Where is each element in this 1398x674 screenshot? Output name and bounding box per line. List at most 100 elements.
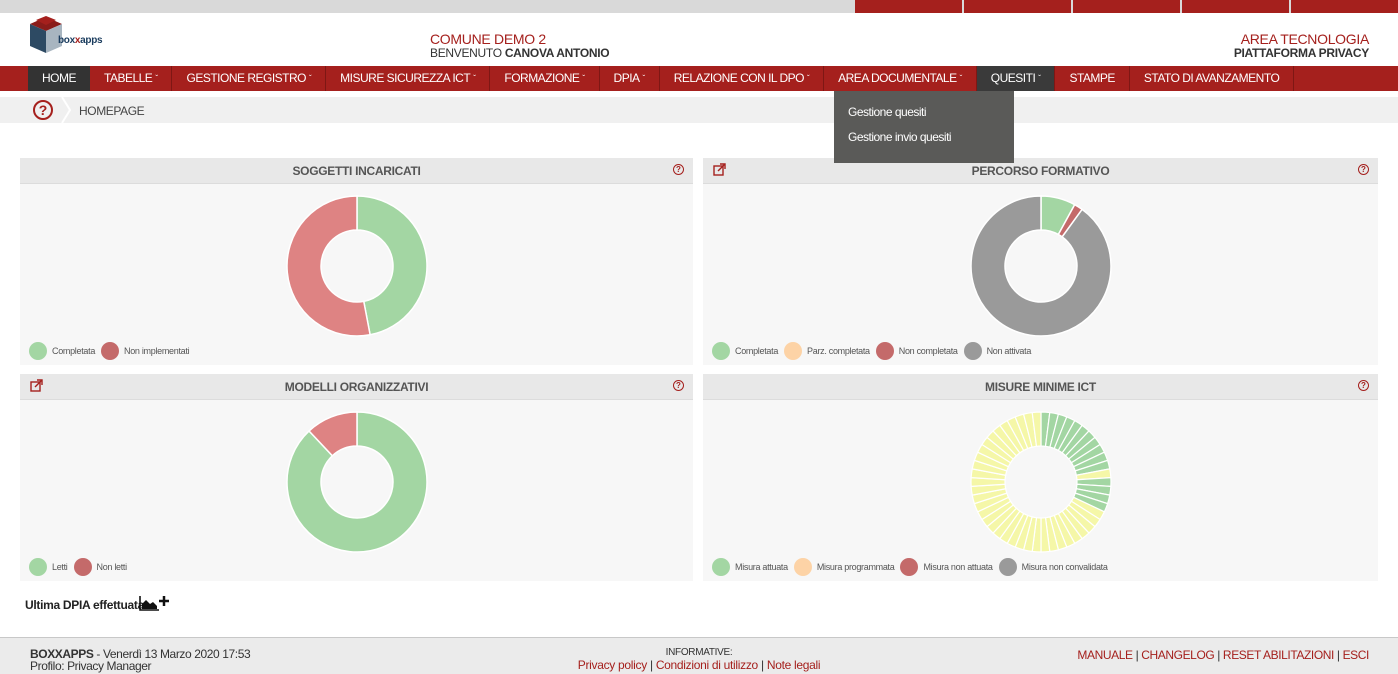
legend-swatch <box>998 558 1017 576</box>
separator: | <box>757 658 767 672</box>
footer-links: MANUALE | CHANGELOG | RESET ABILITAZIONI… <box>1077 648 1369 662</box>
top-tabs <box>853 0 1398 13</box>
pie-slice[interactable] <box>970 195 1112 337</box>
legend-label: Letti <box>52 562 68 572</box>
external-link-icon[interactable] <box>713 163 726 176</box>
legend-item[interactable]: Misura non attuata <box>900 558 993 576</box>
pie-slice[interactable] <box>356 195 428 336</box>
logo-text: boxxapps <box>58 35 103 46</box>
legend-label: Non letti <box>96 562 128 572</box>
help-icon[interactable]: ? <box>1358 164 1369 175</box>
chevron-down-icon: ˇ <box>582 74 585 83</box>
last-dpia-label: Ultima DPIA effettuata <box>25 598 144 612</box>
help-icon[interactable]: ? <box>33 100 53 120</box>
help-icon[interactable]: ? <box>1358 380 1369 391</box>
breadcrumb-homepage[interactable]: HOMEPAGE <box>79 104 145 118</box>
nav-item-quesiti[interactable]: QUESITI ˇ <box>976 66 1056 91</box>
top-tab[interactable] <box>964 0 1071 13</box>
nav-item-misure-sicurezza-ict[interactable]: MISURE SICUREZZA ICT ˇ <box>326 66 491 91</box>
menu-item-gestione-quesiti[interactable]: Gestione quesiti <box>834 105 1014 130</box>
legend-swatch <box>712 342 730 360</box>
legend-label: Completata <box>52 346 96 356</box>
nav-item-dpia[interactable]: DPIA ˇ <box>600 66 660 91</box>
legend-swatch <box>29 558 47 576</box>
legend-item[interactable]: Non letti <box>73 558 128 576</box>
legend-item[interactable]: Completata <box>712 342 778 360</box>
area-chart-add-icon[interactable] <box>139 594 171 612</box>
legend-item[interactable]: Completata <box>29 342 95 360</box>
nav-item-label: GESTIONE REGISTRO <box>186 71 306 85</box>
menu-item-gestione-invio-quesiti[interactable]: Gestione invio quesiti <box>834 130 1014 155</box>
legend-item[interactable]: Non completata <box>875 342 958 360</box>
nav-item-label: TABELLE <box>104 71 153 85</box>
panel-title: PERCORSO FORMATIVO <box>703 158 1378 184</box>
donut-chart <box>286 411 428 553</box>
legend-label: Misura programmata <box>816 562 895 572</box>
top-tab[interactable] <box>1291 0 1398 13</box>
top-tab[interactable] <box>1182 0 1289 13</box>
chevron-down-icon: ˇ <box>1038 74 1041 83</box>
top-strip <box>0 0 1398 13</box>
legend-swatch <box>784 342 803 360</box>
chart-legend: Letti Non letti <box>29 558 133 576</box>
nav-item-label: FORMAZIONE <box>504 71 580 85</box>
legal-notes-link[interactable]: Note legali <box>767 658 821 672</box>
nav-item-home[interactable]: HOME <box>28 66 90 91</box>
nav-item-label: AREA DOCUMENTALE <box>838 71 957 85</box>
nav-item-label: QUESITI <box>990 71 1036 85</box>
top-tab[interactable] <box>855 0 962 13</box>
help-icon[interactable]: ? <box>673 164 684 175</box>
legend-item[interactable]: Non implementati <box>101 342 190 360</box>
donut-chart <box>970 195 1112 337</box>
nav-item-area-documentale[interactable]: AREA DOCUMENTALE ˇ <box>824 66 977 91</box>
panel-title: MODELLI ORGANIZZATIVI <box>20 374 693 400</box>
pie-slice[interactable] <box>286 195 371 337</box>
external-link-icon[interactable] <box>30 379 43 392</box>
exit-link[interactable]: ESCI <box>1343 648 1370 662</box>
legend-item[interactable]: Letti <box>29 558 68 576</box>
legend-swatch <box>963 342 982 360</box>
chevron-down-icon: ˇ <box>806 74 810 83</box>
nav-item-tabelle[interactable]: TABELLE ˇ <box>90 66 173 91</box>
legend-label: Parz. completata <box>807 346 870 356</box>
legend-label: Non completata <box>898 346 958 356</box>
changelog-link[interactable]: CHANGELOG <box>1141 648 1214 662</box>
nav-item-label: STATO DI AVANZAMENTO <box>1143 71 1280 85</box>
breadcrumb: ? HOMEPAGE <box>0 97 1398 123</box>
reset-permissions-link[interactable]: RESET ABILITAZIONI <box>1223 648 1334 662</box>
panel-misure-minime-ict: MISURE MINIME ICT ? Misura attuata Misura… <box>703 374 1378 581</box>
nav-item-label: STAMPE <box>1069 71 1115 85</box>
panel-modelli-organizzativi: MODELLI ORGANIZZATIVI ? Letti Non letti <box>20 374 693 581</box>
breadcrumb-separator-icon <box>61 97 72 123</box>
legend-swatch <box>900 558 919 576</box>
nav-item-label: HOME <box>42 71 77 85</box>
entity-name: COMUNE DEMO 2 <box>430 31 546 47</box>
separator: | <box>1333 648 1343 662</box>
chart-legend: Misura attuata Misura programmata Misura n… <box>712 558 1114 576</box>
legend-item[interactable]: Parz. completata <box>784 342 870 360</box>
legend-label: Non attivata <box>986 346 1032 356</box>
conditions-link[interactable]: Condizioni di utilizzo <box>656 658 758 672</box>
donut-chart <box>970 411 1112 553</box>
manual-link[interactable]: MANUALE <box>1077 648 1133 662</box>
top-tab[interactable] <box>1073 0 1180 13</box>
chevron-down-icon: ˇ <box>642 74 646 83</box>
nav-item-relazione-con-il-dpo[interactable]: RELAZIONE CON IL DPO ˇ <box>660 66 825 91</box>
chart-legend: Completata Non implementati <box>29 342 195 360</box>
legend-item[interactable]: Misura attuata <box>712 558 788 576</box>
nav-item-label: RELAZIONE CON IL DPO <box>673 71 805 85</box>
panel-percorso-formativo: PERCORSO FORMATIVO ? Completata Parz. com… <box>703 158 1378 365</box>
legend-item[interactable]: Misura non convalidata <box>998 558 1108 576</box>
help-icon[interactable]: ? <box>673 380 684 391</box>
legend-item[interactable]: Non attivata <box>963 342 1032 360</box>
nav-item-stampe[interactable]: STAMPE <box>1055 66 1130 91</box>
nav-item-formazione[interactable]: FORMAZIONE ˇ <box>490 66 600 91</box>
nav-item-label: MISURE SICUREZZA ICT <box>340 71 471 85</box>
nav-item-stato-di-avanzamento[interactable]: STATO DI AVANZAMENTO <box>1130 66 1295 91</box>
legend-swatch <box>712 558 730 576</box>
privacy-policy-link[interactable]: Privacy policy <box>578 658 647 672</box>
panel-title: SOGGETTI INCARICATI <box>20 158 693 184</box>
legend-item[interactable]: Misura programmata <box>793 558 895 576</box>
legend-label: Misura non convalidata <box>1021 562 1108 572</box>
nav-item-gestione-registro[interactable]: GESTIONE REGISTRO ˇ <box>172 66 327 91</box>
